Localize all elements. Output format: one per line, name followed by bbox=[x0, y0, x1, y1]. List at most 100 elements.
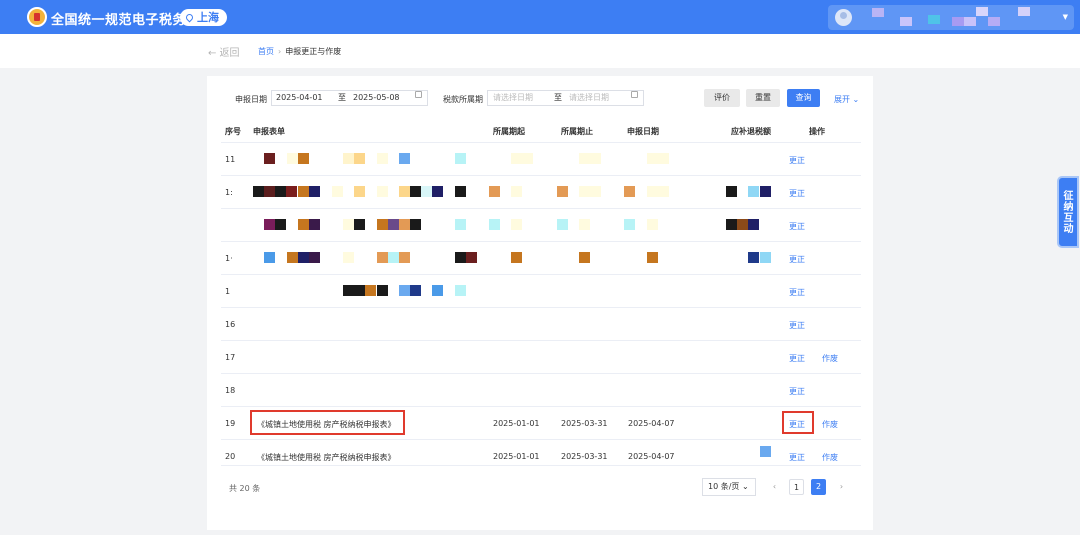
redacted-cell bbox=[377, 252, 388, 263]
correct-button[interactable]: 更正 bbox=[789, 254, 805, 265]
query-button[interactable]: 查询 bbox=[787, 89, 820, 107]
tax-logo-icon bbox=[27, 7, 47, 27]
period-end: 2025-03-31 bbox=[561, 452, 608, 461]
declare-date: 2025-04-07 bbox=[628, 419, 675, 428]
redacted-cell bbox=[298, 153, 309, 164]
redacted-cell bbox=[748, 252, 759, 263]
header-ops: 操作 bbox=[809, 127, 825, 136]
redacted-cell bbox=[455, 285, 466, 296]
redacted-cell bbox=[410, 285, 421, 296]
redacted-cell bbox=[399, 219, 410, 230]
expand-toggle[interactable]: 展开 ⌄ bbox=[834, 94, 859, 105]
redacted-cell bbox=[624, 219, 635, 230]
void-button[interactable]: 作废 bbox=[822, 353, 838, 364]
redacted-cell bbox=[343, 153, 354, 164]
correct-button[interactable]: 更正 bbox=[789, 320, 805, 331]
avatar-icon bbox=[835, 9, 852, 26]
redacted-cell bbox=[421, 186, 432, 197]
redacted-cell bbox=[286, 186, 297, 197]
redacted-cell bbox=[511, 153, 533, 164]
table-bottom-border bbox=[221, 465, 861, 466]
redacted-cell bbox=[579, 186, 601, 197]
redacted-cell bbox=[354, 153, 365, 164]
redacted-cell bbox=[511, 186, 522, 197]
redacted-cell bbox=[557, 219, 568, 230]
redacted-cell bbox=[264, 252, 275, 263]
table-header: 序号 申报表单 所属期起 所属期止 申报日期 应补退税额 操作 bbox=[221, 120, 861, 142]
redacted-cell bbox=[579, 153, 601, 164]
correct-button[interactable]: 更正 bbox=[789, 353, 805, 364]
void-button[interactable]: 作废 bbox=[822, 419, 838, 430]
next-page-button[interactable]: › bbox=[834, 479, 849, 495]
row-no: 17 bbox=[225, 353, 236, 362]
redacted-cell bbox=[726, 186, 737, 197]
redacted-cell bbox=[410, 219, 421, 230]
form-name: 《城镇土地使用税 房产税纳税申报表》 bbox=[257, 453, 396, 462]
top-bar: 全国统一规范电子税务局 上海 ▼ bbox=[0, 0, 1080, 34]
period-date-range[interactable]: 请选择日期 至 请选择日期 bbox=[487, 90, 644, 106]
table-row: 16 更正 bbox=[221, 307, 861, 341]
evaluate-button[interactable]: 评价 bbox=[704, 89, 740, 107]
location-pin-icon bbox=[184, 12, 195, 23]
page-1-button[interactable]: 1 bbox=[789, 479, 804, 495]
redacted-cell bbox=[275, 219, 286, 230]
redacted-cell bbox=[466, 252, 477, 263]
reset-button[interactable]: 重置 bbox=[746, 89, 780, 107]
correct-button[interactable]: 更正 bbox=[789, 155, 805, 166]
correct-button[interactable]: 更正 bbox=[789, 188, 805, 199]
back-link[interactable]: ← 返回 bbox=[208, 44, 240, 59]
declare-date-range[interactable]: 2025-04-01 至 2025-05-08 bbox=[271, 90, 428, 106]
redacted-cell bbox=[748, 186, 759, 197]
redacted-cell bbox=[579, 252, 590, 263]
table-row: 18 更正 bbox=[221, 373, 861, 407]
correct-button[interactable]: 更正 bbox=[789, 221, 805, 232]
declare-end-input[interactable]: 2025-05-08 bbox=[353, 91, 400, 105]
redacted-cell bbox=[298, 252, 309, 263]
redacted-user-info bbox=[976, 7, 988, 16]
void-button[interactable]: 作废 bbox=[822, 452, 838, 463]
correct-button[interactable]: 更正 bbox=[789, 452, 805, 463]
redacted-cell bbox=[557, 186, 568, 197]
redacted-cell bbox=[737, 219, 748, 230]
table-row: 1· 更正 bbox=[221, 241, 861, 275]
prev-page-button[interactable]: ‹ bbox=[767, 479, 782, 495]
redacted-cell bbox=[287, 153, 298, 164]
user-menu[interactable]: ▼ bbox=[828, 5, 1074, 30]
redacted-user-info bbox=[928, 15, 940, 24]
site-title: 全国统一规范电子税务局 bbox=[51, 13, 200, 28]
region-selector[interactable]: 上海 bbox=[180, 9, 227, 26]
redacted-cell bbox=[624, 186, 635, 197]
redacted-cell bbox=[399, 153, 410, 164]
redacted-cell bbox=[647, 186, 669, 197]
header-start: 所属期起 bbox=[493, 127, 525, 136]
redacted-cell bbox=[748, 219, 759, 230]
row-no: 1· bbox=[225, 254, 233, 263]
calendar-icon bbox=[415, 91, 422, 98]
breadcrumb-current: 申报更正与作废 bbox=[285, 47, 342, 56]
redacted-cell bbox=[332, 186, 343, 197]
period-start-input[interactable]: 请选择日期 bbox=[493, 91, 533, 105]
table-row: 17 更正 作废 bbox=[221, 340, 861, 374]
redacted-cell bbox=[275, 186, 286, 197]
side-interaction-tab[interactable]: 征纳互动 bbox=[1057, 176, 1079, 248]
redacted-cell bbox=[365, 285, 376, 296]
redacted-cell bbox=[343, 285, 365, 296]
table-row: 11 更正 bbox=[221, 142, 861, 176]
declare-start-input[interactable]: 2025-04-01 bbox=[276, 91, 323, 105]
redacted-cell bbox=[377, 153, 388, 164]
row-no: 1 bbox=[225, 287, 231, 296]
row-no: 1: bbox=[225, 188, 233, 197]
redacted-cell bbox=[309, 219, 320, 230]
redacted-user-info bbox=[872, 8, 884, 17]
redacted-cell bbox=[264, 153, 275, 164]
period-end-input[interactable]: 请选择日期 bbox=[569, 91, 609, 105]
page-size-select[interactable]: 10 条/页 ⌄ bbox=[702, 478, 756, 496]
redacted-cell bbox=[455, 219, 466, 230]
correct-button[interactable]: 更正 bbox=[789, 287, 805, 298]
header-form: 申报表单 bbox=[253, 127, 285, 136]
breadcrumb-home[interactable]: 首页 bbox=[258, 47, 274, 56]
correct-button[interactable]: 更正 bbox=[789, 386, 805, 397]
page-2-button[interactable]: 2 bbox=[811, 479, 826, 495]
redacted-cell bbox=[489, 186, 500, 197]
redacted-cell bbox=[399, 285, 410, 296]
